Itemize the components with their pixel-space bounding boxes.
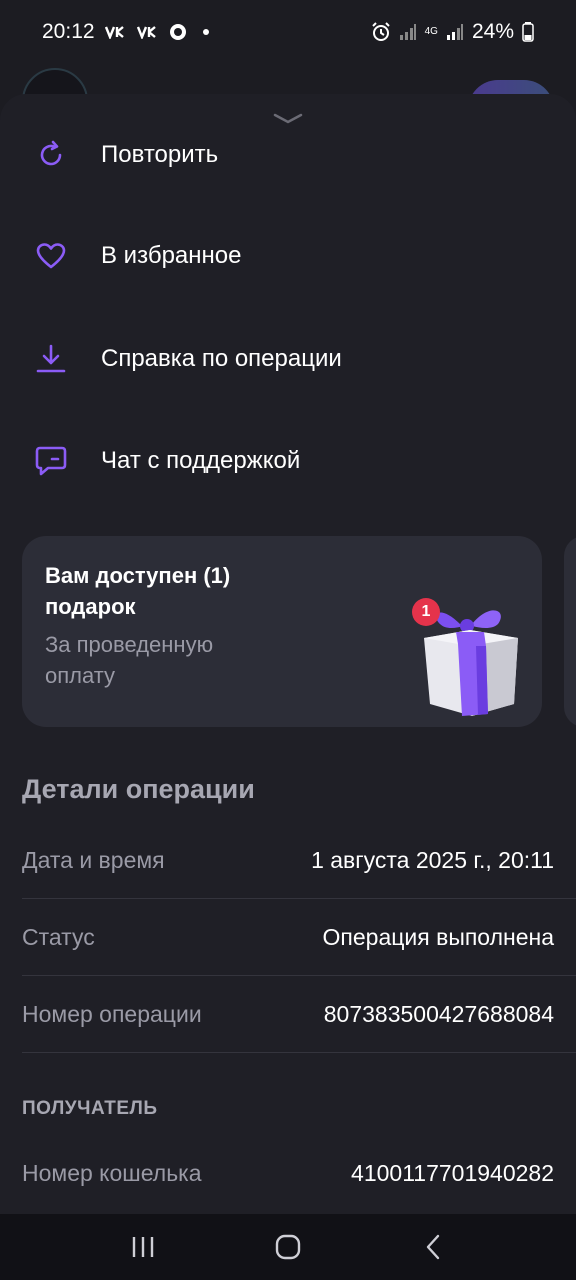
- vk-icon: [136, 25, 159, 39]
- gift-card-subtitle: За проведенную оплату: [45, 632, 214, 688]
- signal-icon: [399, 23, 417, 41]
- detail-label: Номер операции: [22, 1000, 202, 1027]
- detail-label: Статус: [22, 923, 95, 950]
- details-section-title: Детали операции: [22, 774, 255, 804]
- detail-row-datetime: Дата и время 1 августа 2025 г., 20:11: [22, 822, 576, 899]
- detail-value: 1 августа 2025 г., 20:11: [311, 846, 554, 873]
- messenger-icon: [169, 23, 187, 41]
- chat-icon: [34, 444, 68, 478]
- system-nav-bar: [0, 1214, 576, 1280]
- back-icon[interactable]: [403, 1222, 463, 1272]
- next-promo-card[interactable]: [564, 536, 576, 727]
- battery-percent: 24%: [471, 20, 514, 43]
- battery-icon: [522, 22, 534, 42]
- detail-row-wallet-number: Номер кошелька 4100117701940282: [22, 1135, 576, 1212]
- menu-item-label: Чат с поддержкой: [101, 447, 301, 474]
- menu-item-label: Справка по операции: [101, 345, 342, 372]
- status-time: 20:12: [42, 20, 95, 43]
- menu-item-label: Повторить: [101, 141, 219, 168]
- detail-value: Операция выполнена: [322, 923, 554, 950]
- download-icon: [34, 342, 68, 376]
- recipient-heading: ПОЛУЧАТЕЛЬ: [22, 1098, 158, 1119]
- detail-value[interactable]: 807383500427688084: [324, 1001, 554, 1028]
- gift-promo-card[interactable]: Вам доступен (1) подарок За проведенную …: [22, 536, 542, 727]
- gift-card-title: Вам доступен (1) подарок: [45, 563, 231, 619]
- detail-label: Номер кошелька: [22, 1160, 202, 1186]
- detail-row-operation-number: Номер операции 807383500427688084: [22, 976, 576, 1053]
- menu-item-label: В избранное: [101, 242, 242, 269]
- network-type: 4G: [424, 26, 438, 37]
- vk-icon: [104, 25, 127, 39]
- operation-actions-sheet: Повторить В избранное Справка по операци…: [0, 94, 576, 1214]
- menu-item-support-chat[interactable]: Чат с поддержкой: [0, 431, 576, 491]
- menu-item-favorite[interactable]: В избранное: [0, 226, 576, 286]
- gift-count-badge: 1: [412, 598, 440, 626]
- detail-row-status: Статус Операция выполнена: [22, 899, 576, 976]
- heart-icon: [34, 239, 68, 273]
- signal-icon: [446, 23, 464, 41]
- home-icon[interactable]: [258, 1222, 318, 1272]
- menu-item-statement[interactable]: Справка по операции: [0, 329, 576, 389]
- detail-label: Дата и время: [22, 846, 165, 873]
- notification-dot: [202, 29, 209, 35]
- alarm-icon: [371, 22, 391, 42]
- repeat-icon: [34, 138, 68, 172]
- menu-item-repeat[interactable]: Повторить: [0, 125, 576, 185]
- recent-apps-icon[interactable]: [113, 1222, 173, 1272]
- status-bar: 20:12 4G 24%: [0, 0, 576, 64]
- detail-value[interactable]: 4100117701940282: [351, 1160, 554, 1187]
- screen: 20:12 4G 24% Повторить В избранное Справ…: [0, 0, 576, 1280]
